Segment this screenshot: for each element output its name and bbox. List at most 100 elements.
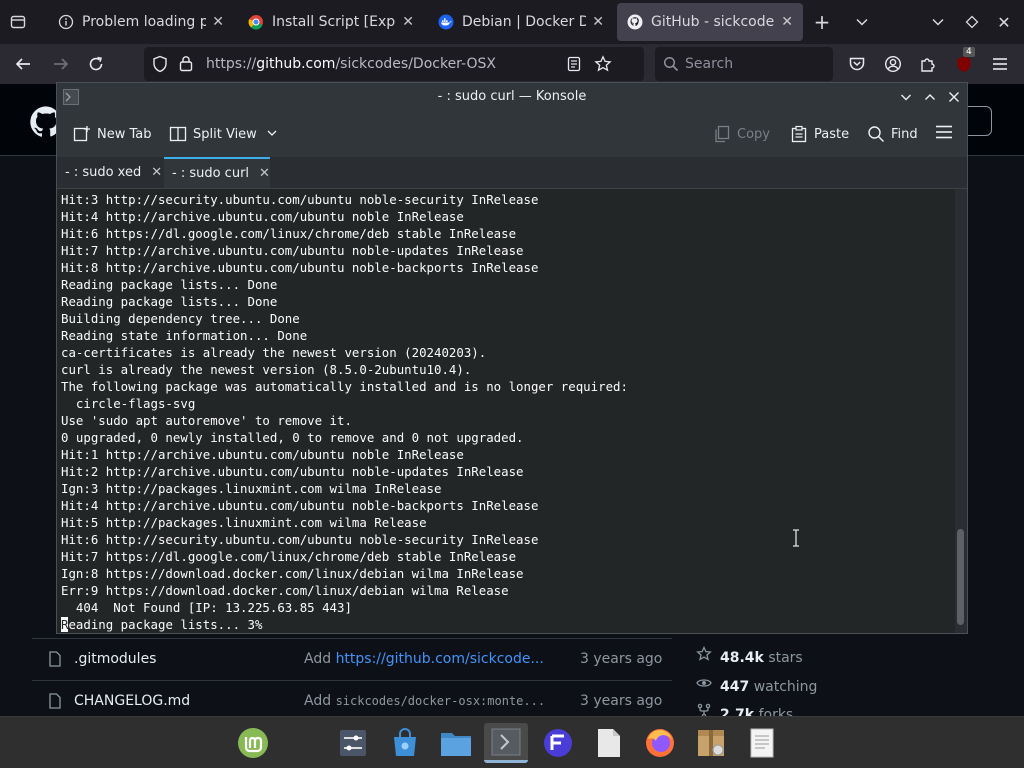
stars-stat[interactable]: 48.4k stars [696, 645, 803, 666]
window-minimize-icon[interactable] [928, 12, 948, 32]
copy-button[interactable]: Copy [713, 123, 770, 145]
lock-icon[interactable] [179, 55, 193, 76]
search-box[interactable]: Search [655, 47, 833, 81]
forward-icon[interactable] [50, 53, 72, 75]
new-tab-button[interactable]: New Tab [73, 123, 152, 145]
fontforge-icon[interactable] [536, 723, 580, 763]
bookmark-star-icon[interactable] [594, 55, 612, 77]
browser-tab-problem-loading[interactable]: Problem loading page ✕ [48, 3, 234, 41]
terminal-line: Hit:6 http://security.ubuntu.com/ubuntu … [61, 532, 539, 547]
paste-button[interactable]: Paste [790, 123, 849, 145]
close-tab-icon[interactable]: ✕ [402, 14, 414, 30]
konsole-titlebar[interactable]: - : sudo curl — Konsole [57, 83, 967, 111]
browser-nav-bar: https://github.com/sickcodes/Docker-OSX … [0, 44, 1024, 84]
terminal-prompt-line: Reading package lists... 3% [61, 616, 628, 633]
close-icon[interactable] [945, 88, 963, 106]
close-tab-icon[interactable]: ✕ [592, 14, 604, 30]
file-icon [48, 651, 62, 671]
file-row[interactable]: .gitmodules Add https://github.com/sickc… [32, 638, 672, 678]
tab-list-icon[interactable] [8, 12, 28, 32]
terminal-line: 404 Not Found [IP: 13.225.63.85 443] [61, 600, 352, 615]
commit-link[interactable]: https://github.com/sickcode... [336, 651, 544, 667]
konsole-title: - : sudo curl — Konsole [437, 89, 587, 104]
tab-title: GitHub - sickcodes/Docker-OSX [651, 14, 775, 30]
close-tab-icon[interactable]: ✕ [212, 14, 224, 30]
konsole-toolbar: New Tab Split View Copy Paste Find [57, 111, 967, 157]
chevron-down-icon[interactable] [267, 127, 277, 142]
mint-menu-icon[interactable] [231, 723, 275, 763]
eye-icon [696, 675, 712, 695]
chrome-favicon [248, 14, 264, 30]
close-tab-icon[interactable]: ✕ [781, 14, 793, 30]
minimize-icon[interactable] [897, 88, 915, 106]
file-name[interactable]: CHANGELOG.md [74, 693, 190, 709]
split-view-label: Split View [193, 126, 257, 142]
account-icon[interactable] [882, 53, 904, 75]
archive-icon[interactable] [689, 723, 733, 763]
file-row[interactable]: CHANGELOG.md Add sickcodes/docker-osx:mo… [32, 680, 672, 720]
menu-button[interactable] [935, 123, 953, 145]
stat-label: watching [753, 679, 818, 695]
terminal-scrollbar[interactable] [955, 189, 967, 633]
url-bar[interactable]: https://github.com/sickcodes/Docker-OSX [144, 47, 644, 81]
terminal-output[interactable]: Hit:3 http://security.ubuntu.com/ubuntu … [57, 189, 955, 633]
commit-prefix: Add [304, 651, 336, 667]
konsole-tab-sudo-xed[interactable]: - : sudo xed ✕ [57, 157, 163, 188]
terminal-line: Building dependency tree... Done [61, 311, 300, 326]
terminal-line: Hit:7 https://dl.google.com/linux/chrome… [61, 549, 517, 564]
star-icon [696, 645, 712, 666]
firefox-icon[interactable] [638, 723, 682, 763]
konsole-window: - : sudo curl — Konsole New Tab Split Vi… [56, 82, 968, 634]
paste-icon [790, 125, 808, 143]
shield-icon[interactable] [152, 55, 168, 77]
text-editor-icon[interactable] [587, 723, 631, 763]
scrollbar-thumb[interactable] [957, 529, 964, 625]
software-manager-icon[interactable] [383, 723, 427, 763]
docker-favicon [438, 14, 454, 30]
close-tab-icon[interactable]: ✕ [259, 166, 270, 181]
document-icon[interactable] [740, 723, 784, 763]
commit-age: 3 years ago [580, 651, 663, 667]
konsole-tab-label: - : sudo xed [65, 165, 142, 180]
search-icon [867, 125, 885, 143]
browser-tab-install-script[interactable]: Install Script [Experimental] ✕ [238, 3, 424, 41]
menu-hamburger-icon[interactable] [989, 53, 1011, 75]
extensions-icon[interactable] [917, 53, 939, 75]
commit-message[interactable]: Add sickcodes/docker-osx:monte... [304, 693, 545, 709]
browser-tab-github[interactable]: GitHub - sickcodes/Docker-OSX ✕ [617, 3, 803, 41]
ublock-icon[interactable]: 4 [953, 47, 975, 75]
chevron-down-icon[interactable] [852, 12, 872, 32]
file-name[interactable]: .gitmodules [74, 651, 156, 667]
terminal-line: curl is already the newest version (8.5.… [61, 362, 472, 377]
stat-label: stars [768, 650, 803, 666]
files-icon[interactable] [434, 723, 478, 763]
pocket-icon[interactable] [846, 53, 868, 75]
reload-icon[interactable] [85, 53, 107, 75]
split-view-button[interactable]: Split View [169, 123, 277, 145]
window-close-icon[interactable]: ✕ [994, 12, 1014, 32]
terminal-line: Hit:8 http://archive.ubuntu.com/ubuntu n… [61, 260, 539, 275]
window-maximize-icon[interactable] [962, 12, 982, 32]
new-tab-icon[interactable]: + [812, 10, 832, 34]
url-text[interactable]: https://github.com/sickcodes/Docker-OSX [206, 56, 496, 72]
taskbar [0, 716, 1024, 768]
terminal-line: Hit:4 http://archive.ubuntu.com/ubuntu n… [61, 498, 539, 513]
url-path: /sickcodes/Docker-OSX [335, 56, 496, 72]
reader-view-icon[interactable] [566, 56, 582, 76]
close-tab-icon[interactable]: ✕ [151, 165, 162, 180]
url-host: github.com [256, 56, 336, 72]
browser-tab-debian-docker[interactable]: Debian | Docker Docs ✕ [428, 3, 614, 41]
back-icon[interactable] [12, 53, 34, 75]
hamburger-menu-icon [935, 124, 953, 144]
settings-icon[interactable] [331, 723, 375, 763]
watching-stat[interactable]: 447 watching [696, 675, 817, 695]
terminal-line: Use 'sudo apt autoremove' to remove it. [61, 413, 352, 428]
konsole-tab-sudo-curl[interactable]: - : sudo curl ✕ [164, 157, 270, 188]
maximize-icon[interactable] [921, 88, 939, 106]
find-button[interactable]: Find [867, 123, 918, 145]
terminal-icon[interactable] [484, 723, 528, 763]
terminal-line: Hit:2 http://archive.ubuntu.com/ubuntu n… [61, 464, 524, 479]
terminal-line: The following package was automatically … [61, 379, 628, 394]
commit-message[interactable]: Add https://github.com/sickcode... [304, 651, 544, 667]
terminal-progress-text: eading package lists... 3% [68, 617, 263, 632]
